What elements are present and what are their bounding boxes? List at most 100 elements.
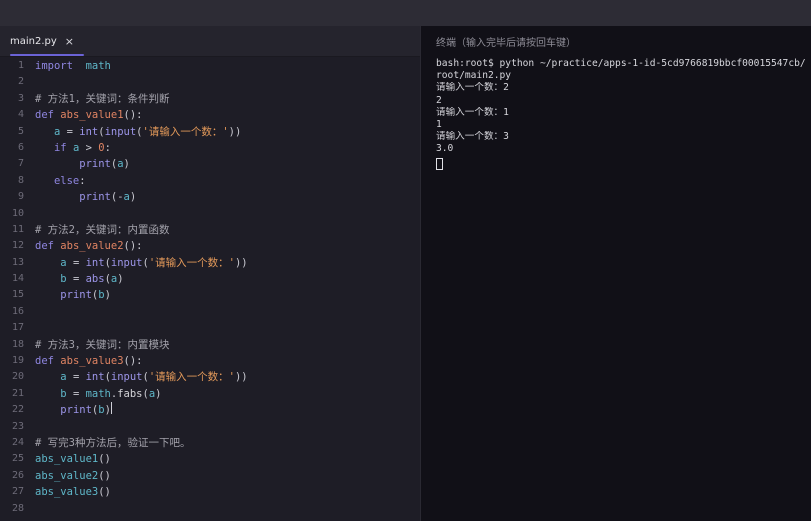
builtin: print	[79, 158, 111, 171]
code-line: 27 abs_value3()	[0, 484, 420, 500]
string-literal: '请输入一个数：'	[142, 125, 229, 138]
code-line: 6 if a > 0:	[0, 140, 420, 156]
keyword: def	[35, 109, 54, 122]
terminal-cursor	[436, 157, 443, 170]
line-number: 5	[17, 125, 24, 137]
builtin: input	[104, 125, 137, 138]
code-editor[interactable]: main2.py × 1 import math 2 3 # 方法1，关键词：条件判…	[0, 26, 420, 521]
code-line: 13 a = int(input('请输入一个数：'))	[0, 255, 420, 271]
line-number: 18	[11, 338, 24, 350]
code-line: 12 def abs_value2 ():	[0, 238, 420, 254]
code-line: 22 print(b)	[0, 402, 420, 418]
code-line: 28	[0, 501, 420, 517]
comment: # 写完3种方法后，验证一下吧。	[35, 436, 191, 449]
keyword: import	[35, 60, 73, 72]
code-line: 8 else:	[0, 173, 420, 189]
builtin: print	[60, 404, 92, 417]
comment: # 方法2，关键词：内置函数	[35, 223, 170, 236]
comment: # 方法1，关键词：条件判断	[35, 92, 170, 105]
code-line: 3 # 方法1，关键词：条件判断	[0, 91, 420, 107]
line-number: 21	[11, 387, 24, 399]
text-caret	[110, 402, 112, 415]
terminal-line: 2	[436, 94, 442, 106]
code-line: 19 def abs_value3 ():	[0, 353, 420, 369]
active-tab-indicator	[10, 54, 85, 56]
tab-filename: main2.py	[10, 35, 57, 47]
terminal-line: 请输入一个数：3	[436, 131, 509, 143]
line-number: 7	[17, 158, 24, 170]
line-number: 27	[11, 486, 24, 498]
code-lines[interactable]: 1 import math 2 3 # 方法1，关键词：条件判断 4 def abs_…	[0, 58, 420, 517]
terminal-line: 3.0	[436, 143, 454, 155]
builtin: print	[79, 191, 111, 204]
string-literal: '请输入一个数：'	[148, 371, 235, 384]
keyword: def	[35, 355, 54, 368]
line-number: 16	[11, 305, 24, 317]
keyword: if	[53, 141, 67, 154]
code-line: 21 b = math. fabs(a)	[0, 386, 420, 402]
code-line: 11 # 方法2，关键词：内置函数	[0, 222, 420, 238]
tab-main2-py[interactable]: main2.py ×	[0, 26, 85, 56]
top-bar	[0, 0, 811, 26]
line-number: 12	[11, 240, 24, 252]
function-call: abs_value1	[35, 453, 99, 466]
code-line: 26 abs_value2()	[0, 468, 420, 484]
comment: # 方法3，关键词：内置模块	[35, 338, 170, 351]
code-line: 2	[0, 74, 420, 90]
code-line: 18 # 方法3，关键词：内置模块	[0, 337, 420, 353]
code-line: 25 abs_value1()	[0, 451, 420, 467]
line-number: 4	[17, 109, 24, 121]
builtin: int	[85, 256, 105, 269]
function-name: abs_value1	[60, 109, 124, 122]
line-number: 10	[11, 207, 24, 219]
code-line: 9 print (- a)	[0, 189, 420, 205]
function-call: abs_value3	[35, 486, 99, 499]
function-call: abs_value2	[35, 469, 99, 482]
terminal-line: 请输入一个数：1	[436, 106, 509, 118]
identifier: math	[85, 60, 111, 72]
terminal-line: root/main2.py	[436, 70, 512, 82]
function-name: abs_value2	[60, 240, 124, 253]
terminal-line: bash:root$ python ~/practice/apps-1-id-5…	[436, 58, 806, 69]
builtin: print	[60, 289, 92, 302]
code-line: 15 print(b)	[0, 287, 420, 303]
code-line: 16	[0, 304, 420, 320]
builtin: input	[110, 371, 143, 384]
code-line: 5 a = int(input('请输入一个数：'))	[0, 124, 420, 140]
code-line: 20 a = int(input('请输入一个数：'))	[0, 369, 420, 385]
line-number: 28	[11, 502, 24, 514]
code-line: 10	[0, 206, 420, 222]
line-number: 13	[11, 256, 24, 268]
code-line: 4 def abs_value1 ():	[0, 107, 420, 123]
builtin: input	[110, 256, 143, 269]
code-line: 24 # 写完3种方法后，验证一下吧。	[0, 435, 420, 451]
line-number: 8	[17, 174, 24, 186]
line-number: 6	[17, 141, 24, 153]
terminal-line: 请输入一个数：2	[436, 82, 509, 94]
editor-tab-bar: main2.py ×	[0, 26, 420, 57]
code-line: 1 import math	[0, 58, 420, 74]
terminal-line: 1	[436, 119, 442, 131]
terminal-panel[interactable]: 终端（输入完毕后请按回车键） bash:root$ python ~/pract…	[420, 26, 811, 521]
terminal-input-line[interactable]	[436, 156, 811, 174]
method-name: fabs	[117, 387, 143, 400]
line-number: 19	[11, 355, 24, 367]
line-number: 14	[11, 273, 24, 285]
terminal-output[interactable]: bash:root$ python ~/practice/apps-1-id-5…	[436, 58, 811, 174]
terminal-title: 终端（输入完毕后请按回车键）	[436, 38, 576, 49]
close-icon[interactable]: ×	[65, 35, 74, 48]
function-name: abs_value3	[60, 355, 124, 368]
code-line: 23	[0, 419, 420, 435]
line-number: 9	[17, 191, 24, 203]
line-number: 20	[11, 371, 24, 383]
code-line: 17	[0, 320, 420, 336]
line-number: 26	[11, 469, 24, 481]
keyword: def	[35, 240, 54, 253]
line-number: 3	[17, 92, 24, 104]
builtin: int	[85, 371, 105, 384]
line-number: 2	[17, 76, 24, 88]
line-number: 25	[11, 453, 24, 465]
code-line: 14 b = abs(a)	[0, 271, 420, 287]
line-number: 17	[11, 322, 24, 334]
line-number: 23	[11, 420, 24, 432]
